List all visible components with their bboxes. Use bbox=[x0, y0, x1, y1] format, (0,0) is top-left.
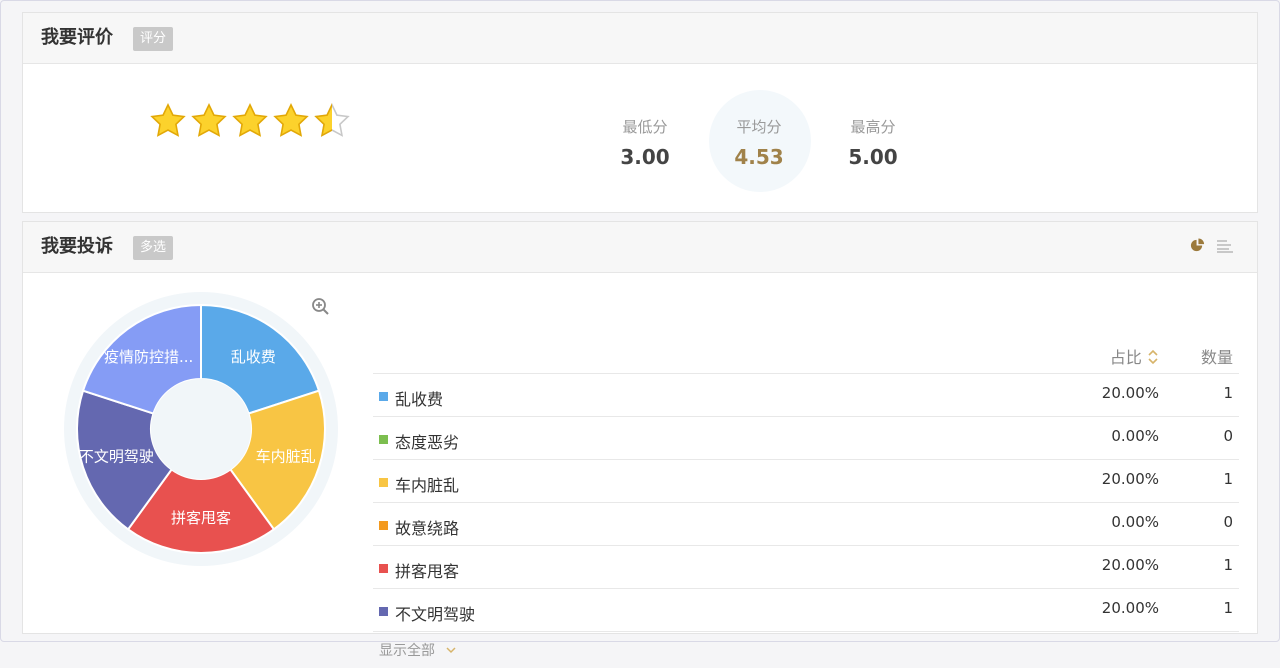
legend-swatch bbox=[379, 564, 388, 573]
row-name: 不文明驾驶 bbox=[395, 605, 476, 624]
table-row[interactable]: 故意绕路 0.00% 0 bbox=[373, 503, 1239, 546]
row-count: 1 bbox=[1223, 599, 1233, 617]
table-footer: 显示全部 bbox=[373, 632, 1239, 668]
pct-header-label: 占比 bbox=[1109, 348, 1142, 367]
show-all-link[interactable]: 显示全部 bbox=[379, 640, 457, 660]
bar-list-icon[interactable] bbox=[1217, 239, 1233, 253]
zoom-in-icon[interactable] bbox=[311, 297, 331, 317]
rating-title: 我要评价 bbox=[41, 27, 113, 48]
pie-hole bbox=[151, 379, 251, 479]
max-score: 最高分 5.00 bbox=[833, 116, 913, 169]
table-row[interactable]: 态度恶劣 0.00% 0 bbox=[373, 417, 1239, 460]
count-header: 数量 bbox=[1200, 348, 1233, 367]
star-icon bbox=[191, 103, 227, 137]
table-row[interactable]: 车内脏乱 20.00% 1 bbox=[373, 460, 1239, 503]
row-count: 0 bbox=[1223, 427, 1233, 445]
star-rating[interactable] bbox=[149, 102, 351, 140]
row-percentage: 20.00% bbox=[1101, 384, 1159, 402]
avg-score: 平均分 4.53 bbox=[719, 116, 799, 169]
pie-label: 车内脏乱 bbox=[256, 448, 316, 466]
complaint-body: 乱收费 车内脏乱 拼客甩客 不文明驾驶 疫情防控措... 占比 数量 乱收费 20.00%… bbox=[23, 273, 1257, 659]
row-count: 1 bbox=[1223, 470, 1233, 488]
legend-swatch bbox=[379, 521, 388, 530]
table-header: 占比 数量 bbox=[373, 333, 1239, 374]
avg-score-value: 4.53 bbox=[734, 145, 784, 169]
min-score: 最低分 3.00 bbox=[605, 116, 685, 169]
min-score-label: 最低分 bbox=[622, 118, 668, 136]
avg-score-label: 平均分 bbox=[736, 118, 782, 136]
max-score-value: 5.00 bbox=[848, 145, 898, 169]
rating-header: 我要评价 评分 bbox=[23, 13, 1257, 64]
pct-header[interactable]: 占比 bbox=[1110, 344, 1159, 368]
half-star-icon bbox=[314, 103, 350, 137]
star-icon bbox=[273, 103, 309, 137]
min-score-value: 3.00 bbox=[620, 145, 670, 169]
star-icon bbox=[232, 103, 268, 137]
pie-chart-icon[interactable] bbox=[1190, 238, 1205, 253]
row-percentage: 20.00% bbox=[1101, 599, 1159, 617]
complaint-card: 我要投诉 多选 乱收费 车内脏乱 拼客甩客 不文明驾驶 疫情防控措... 占比 … bbox=[22, 221, 1258, 659]
table-row[interactable]: 乱收费 20.00% 1 bbox=[373, 374, 1239, 417]
row-count: 1 bbox=[1223, 556, 1233, 574]
row-name: 车内脏乱 bbox=[395, 476, 460, 495]
rating-card: 我要评价 评分 最低分 3.00 平均分 4.53 最高分 5.00 bbox=[22, 12, 1258, 213]
pie-label: 乱收费 bbox=[231, 348, 276, 366]
row-name: 拼客甩客 bbox=[395, 562, 460, 581]
legend-swatch bbox=[379, 478, 388, 487]
star-icon bbox=[150, 103, 186, 137]
pie-label: 不文明驾驶 bbox=[79, 448, 154, 466]
legend-swatch bbox=[379, 607, 388, 616]
row-name: 乱收费 bbox=[395, 390, 444, 409]
legend-swatch bbox=[379, 435, 388, 444]
chevron-down-icon bbox=[446, 647, 456, 654]
rating-body: 最低分 3.00 平均分 4.53 最高分 5.00 bbox=[23, 64, 1257, 212]
row-name: 态度恶劣 bbox=[395, 433, 460, 452]
sort-icon bbox=[1148, 349, 1158, 365]
complaint-table: 占比 数量 乱收费 20.00% 1 态度恶劣 0.00% 0 车内脏乱 20.00% 1 故意绕… bbox=[373, 333, 1239, 668]
max-score-label: 最高分 bbox=[850, 118, 896, 136]
legend-swatch bbox=[379, 392, 388, 401]
row-count: 1 bbox=[1223, 384, 1233, 402]
row-percentage: 20.00% bbox=[1101, 470, 1159, 488]
show-all-label: 显示全部 bbox=[379, 643, 435, 659]
row-name: 故意绕路 bbox=[395, 519, 460, 538]
pie-chart: 乱收费车内脏乱拼客甩客 不文明驾驶 疫情防控措... bbox=[64, 292, 338, 566]
table-body: 乱收费 20.00% 1 态度恶劣 0.00% 0 车内脏乱 20.00% 1 故意绕路 0.00%… bbox=[373, 374, 1239, 632]
complaint-header: 我要投诉 多选 bbox=[23, 222, 1257, 273]
row-percentage: 20.00% bbox=[1101, 556, 1159, 574]
complaint-title: 我要投诉 bbox=[41, 236, 113, 257]
row-percentage: 0.00% bbox=[1111, 427, 1159, 445]
chart-toggle bbox=[1190, 238, 1233, 253]
rating-tag: 评分 bbox=[133, 27, 174, 51]
table-row[interactable]: 拼客甩客 20.00% 1 bbox=[373, 546, 1239, 589]
pie-label: 拼客甩客 bbox=[171, 509, 231, 527]
complaint-tag: 多选 bbox=[133, 236, 174, 260]
row-count: 0 bbox=[1223, 513, 1233, 531]
row-percentage: 0.00% bbox=[1111, 513, 1159, 531]
pie-label: 疫情防控措... bbox=[104, 348, 193, 366]
table-row[interactable]: 不文明驾驶 20.00% 1 bbox=[373, 589, 1239, 632]
